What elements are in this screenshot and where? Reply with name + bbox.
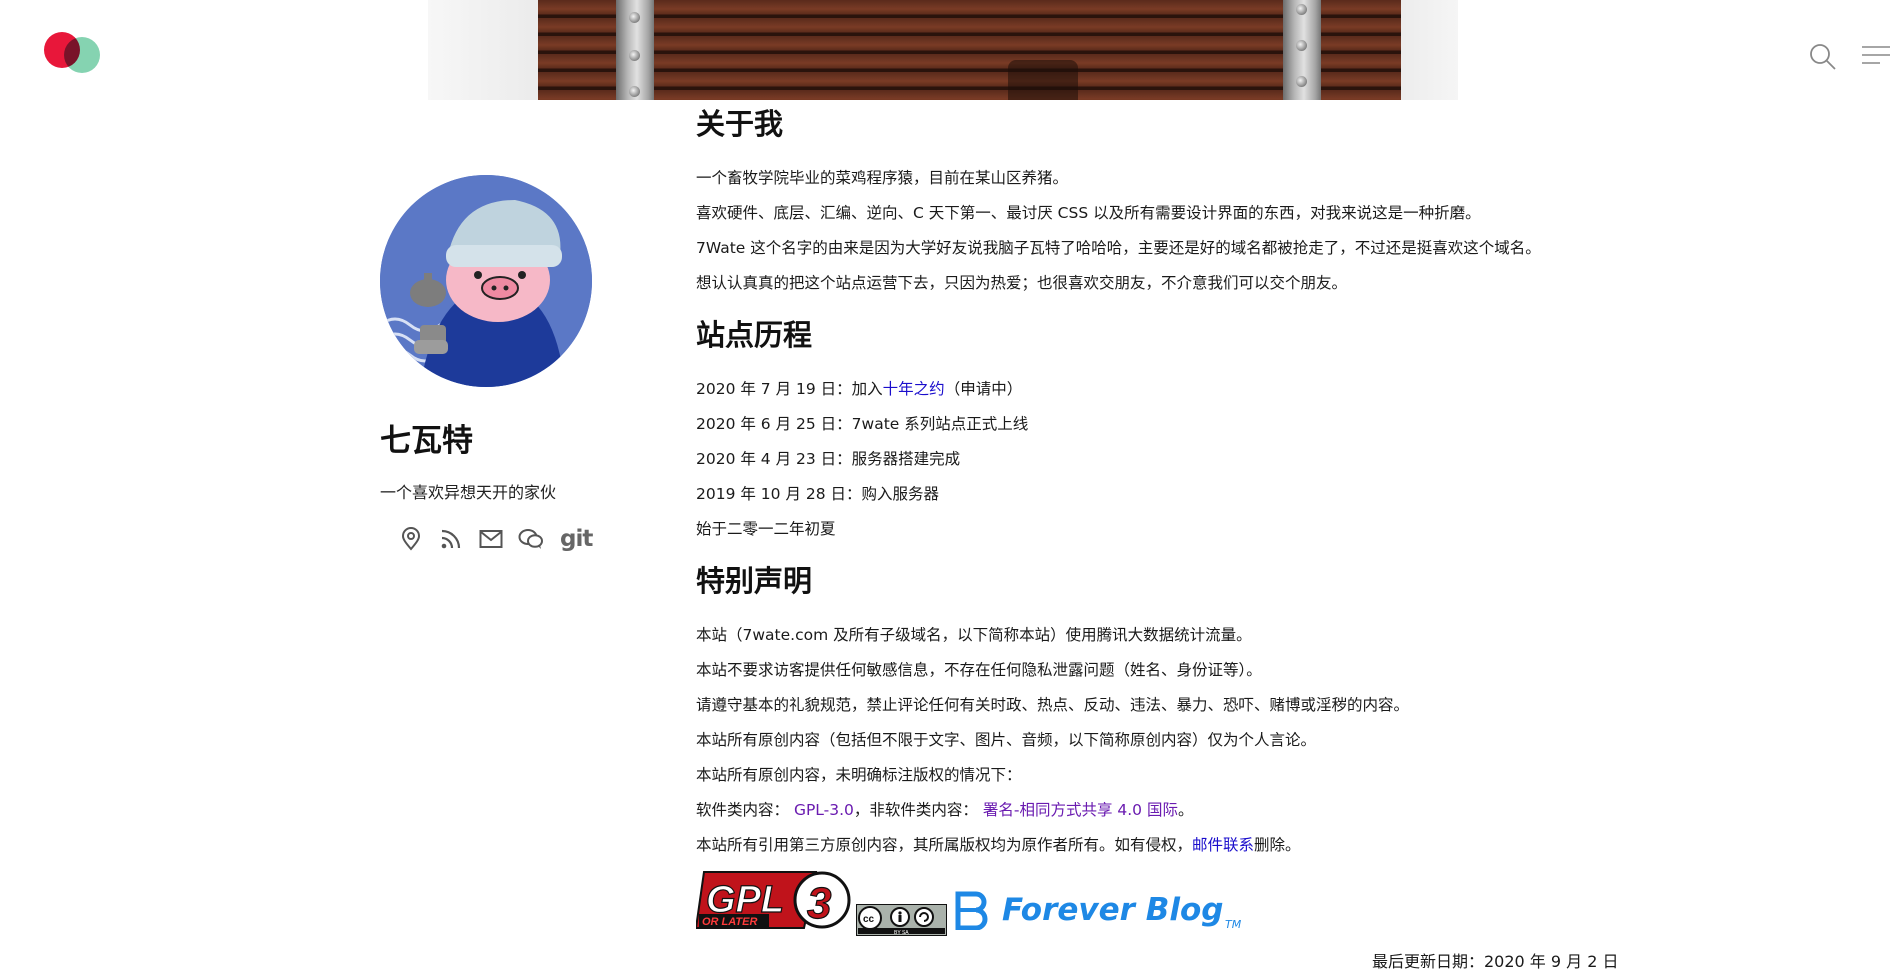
history-item: 始于二零一二年初夏	[696, 520, 836, 538]
site-logo[interactable]	[44, 29, 112, 73]
ten-year-pact-link[interactable]: 十年之约	[883, 380, 945, 398]
forever-blog-badge[interactable]: Forever Blog TM	[954, 890, 1241, 934]
history-title: 站点历程	[696, 318, 813, 352]
license-line: 软件类内容： GPL-3.0，非软件类内容： 署名-相同方式共享 4.0 国际。	[696, 801, 1194, 819]
svg-text:BY SA: BY SA	[894, 930, 909, 936]
svg-text:3: 3	[807, 879, 831, 928]
gpl-badge[interactable]: GPL OR LATER 3	[694, 868, 851, 932]
hamburger-menu-icon[interactable]	[1861, 42, 1891, 72]
notice-paragraph: 本站所有原创内容，未明确标注版权的情况下：	[696, 766, 1022, 784]
about-paragraph: 想认认真真的把这个站点运营下去，只因为热爱；也很喜欢交朋友，不介意我们可以交个朋…	[696, 274, 1348, 292]
notice-paragraph: 本站（7wate.com 及所有子级域名，以下简称本站）使用腾讯大数据统计流量。	[696, 626, 1252, 644]
bench-photo	[538, 0, 1401, 100]
svg-text:OR LATER: OR LATER	[702, 916, 757, 928]
about-title: 关于我	[696, 107, 784, 141]
forever-blog-logo-icon	[955, 891, 988, 931]
profile-name: 七瓦特	[380, 423, 473, 459]
notice-paragraph: 本站不要求访客提供任何敏感信息，不存在任何隐私泄露问题（姓名、身份证等）。	[696, 661, 1262, 679]
about-paragraph: 7Wate 这个名字的由来是因为大学好友说我脑子瓦特了哈哈哈，主要还是好的域名都…	[696, 239, 1541, 257]
forever-blog-text: Forever Blog	[1002, 892, 1224, 928]
notice-paragraph: 请遵守基本的礼貌规范，禁止评论任何有关时政、热点、反动、违法、暴力、恐吓、赌博或…	[696, 696, 1410, 714]
search-icon[interactable]	[1808, 42, 1838, 72]
mail-icon[interactable]	[478, 526, 504, 552]
history-item: 2020 年 7 月 19 日：加入十年之约（申请中）	[696, 380, 1023, 398]
history-item: 2020 年 4 月 23 日：服务器搭建完成	[696, 450, 961, 468]
third-party-line: 本站所有引用第三方原创内容，其所属版权均为原作者所有。如有侵权，邮件联系删除。	[696, 836, 1301, 854]
about-paragraph: 喜欢硬件、底层、汇编、逆向、C 天下第一、最讨厌 CSS 以及所有需要设计界面的…	[696, 204, 1481, 222]
git-icon[interactable]: git	[560, 526, 593, 552]
history-item: 2019 年 10 月 28 日：购入服务器	[696, 485, 940, 503]
profile-bio: 一个喜欢异想天开的家伙	[380, 483, 557, 502]
rss-icon[interactable]	[438, 526, 464, 552]
notice-title: 特别声明	[696, 564, 813, 598]
wechat-icon[interactable]	[518, 526, 544, 552]
logo-green-circle	[64, 37, 100, 73]
license-badges: GPL OR LATER 3 cc BY SA Forever Blog TM	[694, 868, 1256, 938]
gpl-license-link[interactable]: GPL-3.0	[794, 801, 854, 819]
email-contact-link[interactable]: 邮件联系	[1192, 836, 1254, 854]
bench-shadow	[1008, 60, 1078, 100]
bench-post-right	[1283, 0, 1321, 100]
bench-post-left	[616, 0, 654, 100]
last-updated: 最后更新日期：2020 年 9 月 2 日	[1372, 952, 1619, 971]
social-links: git	[398, 526, 593, 552]
cc-license-link[interactable]: 署名-相同方式共享 4.0 国际	[983, 801, 1178, 819]
location-pin-icon[interactable]	[398, 526, 424, 552]
avatar	[380, 175, 592, 387]
banner-image	[428, 0, 1458, 100]
main-content: 关于我 一个畜牧学院毕业的菜鸡程序猿，目前在某山区养猪。 喜欢硬件、底层、汇编、…	[696, 104, 1596, 863]
notice-paragraph: 本站所有原创内容（包括但不限于文字、图片、音频，以下简称原创内容）仅为个人言论。	[696, 731, 1317, 749]
history-item: 2020 年 6 月 25 日：7wate 系列站点正式上线	[696, 415, 1029, 433]
about-paragraph: 一个畜牧学院毕业的菜鸡程序猿，目前在某山区养猪。	[696, 169, 1069, 187]
cc-by-sa-badge[interactable]: cc BY SA	[856, 904, 947, 936]
svg-text:cc: cc	[863, 914, 875, 925]
forever-blog-tm: TM	[1225, 918, 1242, 931]
